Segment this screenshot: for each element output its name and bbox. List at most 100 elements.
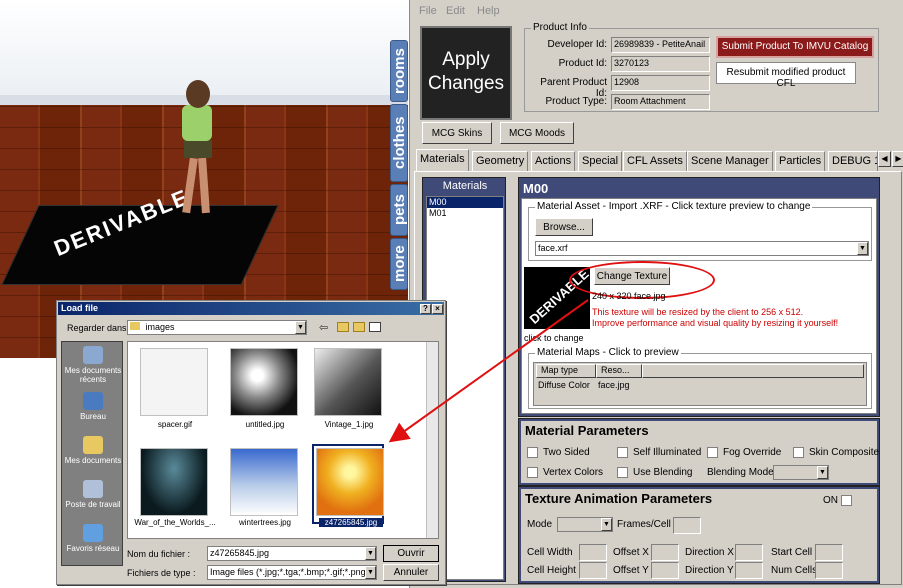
chevron-down-icon[interactable]: ▼ xyxy=(857,242,868,255)
file-thumb-vintage[interactable] xyxy=(314,348,382,416)
chevron-down-icon[interactable]: ▼ xyxy=(365,566,376,579)
resubmit-product-button[interactable]: Resubmit modified product CFL xyxy=(716,62,856,89)
mode-select[interactable]: ▼ xyxy=(557,517,613,532)
file-name-spacer[interactable]: spacer.gif xyxy=(130,420,220,429)
anim-on-checkbox[interactable] xyxy=(841,495,852,506)
map-type-header[interactable]: Map type xyxy=(536,364,596,378)
material-maps-table[interactable]: Map type Reso... Diffuse Color face.jpg xyxy=(533,362,867,406)
tab-debug[interactable]: DEBUG 1 xyxy=(828,151,878,171)
material-maps-group: Material Maps - Click to preview Map typ… xyxy=(528,347,872,409)
place-recent[interactable]: Mes documents récents xyxy=(62,346,124,384)
direction-x-field[interactable] xyxy=(735,544,763,561)
self-illuminated-label: Self Illuminated xyxy=(633,447,702,458)
file-name-z47265845[interactable]: z47265845.jpg xyxy=(319,518,383,527)
cell-width-label: Cell Width xyxy=(527,547,573,558)
two-sided-checkbox[interactable] xyxy=(527,447,538,458)
filename-input[interactable]: z47265845.jpg ▼ xyxy=(207,546,377,561)
dialog-titlebar[interactable]: Load file ? × xyxy=(58,302,444,315)
file-list-scrollbar[interactable] xyxy=(426,342,438,538)
browse-button[interactable]: Browse... xyxy=(535,218,593,236)
map-row-file[interactable]: face.jpg xyxy=(598,380,630,390)
place-network[interactable]: Favoris réseau xyxy=(62,524,124,553)
self-illuminated-checkbox[interactable] xyxy=(617,447,628,458)
material-item-m01[interactable]: M01 xyxy=(427,208,503,219)
fog-override-checkbox[interactable] xyxy=(707,447,718,458)
xrf-value: face.xrf xyxy=(538,243,568,253)
chevron-down-icon[interactable]: ▼ xyxy=(365,547,376,560)
file-list[interactable]: spacer.gif untitled.jpg Vintage_1.jpg Wa… xyxy=(127,341,439,539)
material-item-m00[interactable]: M00 xyxy=(427,197,503,208)
tab-cfl-assets[interactable]: CFL Assets xyxy=(623,151,687,171)
chevron-down-icon[interactable]: ▼ xyxy=(295,321,306,334)
look-in-select[interactable]: images ▼ xyxy=(127,320,307,335)
resize-warning-1: This texture will be resized by the clie… xyxy=(592,307,804,317)
skin-composite-checkbox[interactable] xyxy=(793,447,804,458)
file-thumb-untitled[interactable] xyxy=(230,348,298,416)
tab-scene-manager[interactable]: Scene Manager xyxy=(687,151,773,171)
side-tab-pets[interactable]: pets xyxy=(390,184,408,236)
file-name-war-of-worlds[interactable]: War_of_the_Worlds_... xyxy=(130,518,220,527)
vertex-colors-checkbox[interactable] xyxy=(527,467,538,478)
file-thumb-war-of-worlds[interactable] xyxy=(140,448,208,516)
side-tab-rooms[interactable]: rooms xyxy=(390,40,408,102)
frames-cell-field[interactable] xyxy=(673,517,701,534)
open-button[interactable]: Ouvrir xyxy=(383,545,439,562)
place-documents[interactable]: Mes documents xyxy=(62,436,124,465)
resolution-header[interactable]: Reso... xyxy=(596,364,642,378)
tab-geometry[interactable]: Geometry xyxy=(472,151,529,171)
editor-tabs: Materials Geometry Actions Special CFL A… xyxy=(414,149,903,171)
submit-product-button[interactable]: Submit Product To IMVU Catalog xyxy=(716,36,874,58)
look-in-label: Regarder dans : xyxy=(67,323,132,333)
offset-x-field[interactable] xyxy=(651,544,679,561)
start-cell-field[interactable] xyxy=(815,544,843,561)
apply-changes-button[interactable]: Apply Changes xyxy=(420,26,512,120)
menu-help[interactable]: Help xyxy=(477,5,500,17)
file-thumb-wintertrees[interactable] xyxy=(230,448,298,516)
dialog-title: Load file xyxy=(61,303,99,313)
avatar-body[interactable] xyxy=(182,105,212,141)
close-icon[interactable]: × xyxy=(432,304,443,314)
file-name-vintage[interactable]: Vintage_1.jpg xyxy=(304,420,394,429)
blending-mode-select[interactable]: ▼ xyxy=(773,465,829,480)
menu-file[interactable]: File xyxy=(419,5,437,17)
tab-actions[interactable]: Actions xyxy=(531,151,576,171)
side-tab-clothes[interactable]: clothes xyxy=(390,104,408,182)
menu-bar: File Edit Help xyxy=(410,0,903,22)
direction-y-field[interactable] xyxy=(735,562,763,579)
mcg-skins-button[interactable]: MCG Skins xyxy=(422,122,492,144)
help-icon[interactable]: ? xyxy=(420,304,431,314)
new-folder-icon[interactable] xyxy=(353,322,365,332)
side-tab-more[interactable]: more xyxy=(390,238,408,290)
cell-height-field[interactable] xyxy=(579,562,607,579)
tab-scroll-right-icon[interactable]: ▶ xyxy=(892,151,903,167)
up-folder-icon[interactable] xyxy=(337,322,349,332)
num-cells-field[interactable] xyxy=(815,562,843,579)
xrf-select[interactable]: face.xrf ▼ xyxy=(535,241,869,256)
tab-particles[interactable]: Particles xyxy=(775,151,826,171)
view-menu-icon[interactable] xyxy=(369,322,381,332)
developer-id-field: 26989839 - PetiteAnail xyxy=(611,37,710,53)
parent-product-id-field: 12908 xyxy=(611,75,710,91)
place-desktop[interactable]: Bureau xyxy=(62,392,124,421)
file-thumb-spacer[interactable] xyxy=(140,348,208,416)
chevron-down-icon[interactable]: ▼ xyxy=(601,518,612,531)
blending-mode-label: Blending Mode xyxy=(707,467,774,478)
cell-width-field[interactable] xyxy=(579,544,607,561)
chevron-down-icon[interactable]: ▼ xyxy=(817,466,828,479)
tab-materials[interactable]: Materials xyxy=(416,149,469,171)
map-row-type[interactable]: Diffuse Color xyxy=(538,380,590,390)
menu-edit[interactable]: Edit xyxy=(446,5,465,17)
offset-y-field[interactable] xyxy=(651,562,679,579)
tab-special[interactable]: Special xyxy=(578,151,623,171)
back-icon[interactable]: ⇦ xyxy=(319,321,328,334)
file-name-wintertrees[interactable]: wintertrees.jpg xyxy=(220,518,310,527)
cancel-button[interactable]: Annuler xyxy=(383,564,439,581)
developer-id-label: Developer Id: xyxy=(547,39,607,50)
file-thumb-z47265845[interactable] xyxy=(316,448,384,516)
filetype-select[interactable]: Image files (*.jpg;*.tga;*.bmp;*.gif;*.p… xyxy=(207,565,377,580)
file-name-untitled[interactable]: untitled.jpg xyxy=(220,420,310,429)
tab-scroll-left-icon[interactable]: ◀ xyxy=(878,151,891,167)
mcg-moods-button[interactable]: MCG Moods xyxy=(500,122,574,144)
use-blending-checkbox[interactable] xyxy=(617,467,628,478)
place-computer[interactable]: Poste de travail xyxy=(62,480,124,509)
